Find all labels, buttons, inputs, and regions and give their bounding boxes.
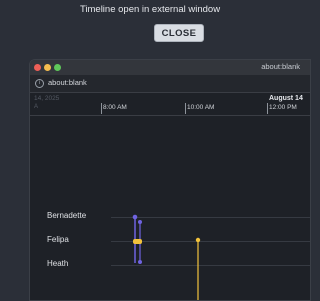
status-message: Timeline open in external window <box>79 4 221 15</box>
event-marker[interactable] <box>132 214 138 220</box>
event-marker[interactable] <box>195 237 201 243</box>
close-button[interactable]: CLOSE <box>154 24 204 42</box>
event-bar[interactable] <box>133 239 142 244</box>
external-window: about:blank i about:blank 14, 2025 A 8:0… <box>29 59 311 301</box>
timeline-events <box>132 214 201 300</box>
